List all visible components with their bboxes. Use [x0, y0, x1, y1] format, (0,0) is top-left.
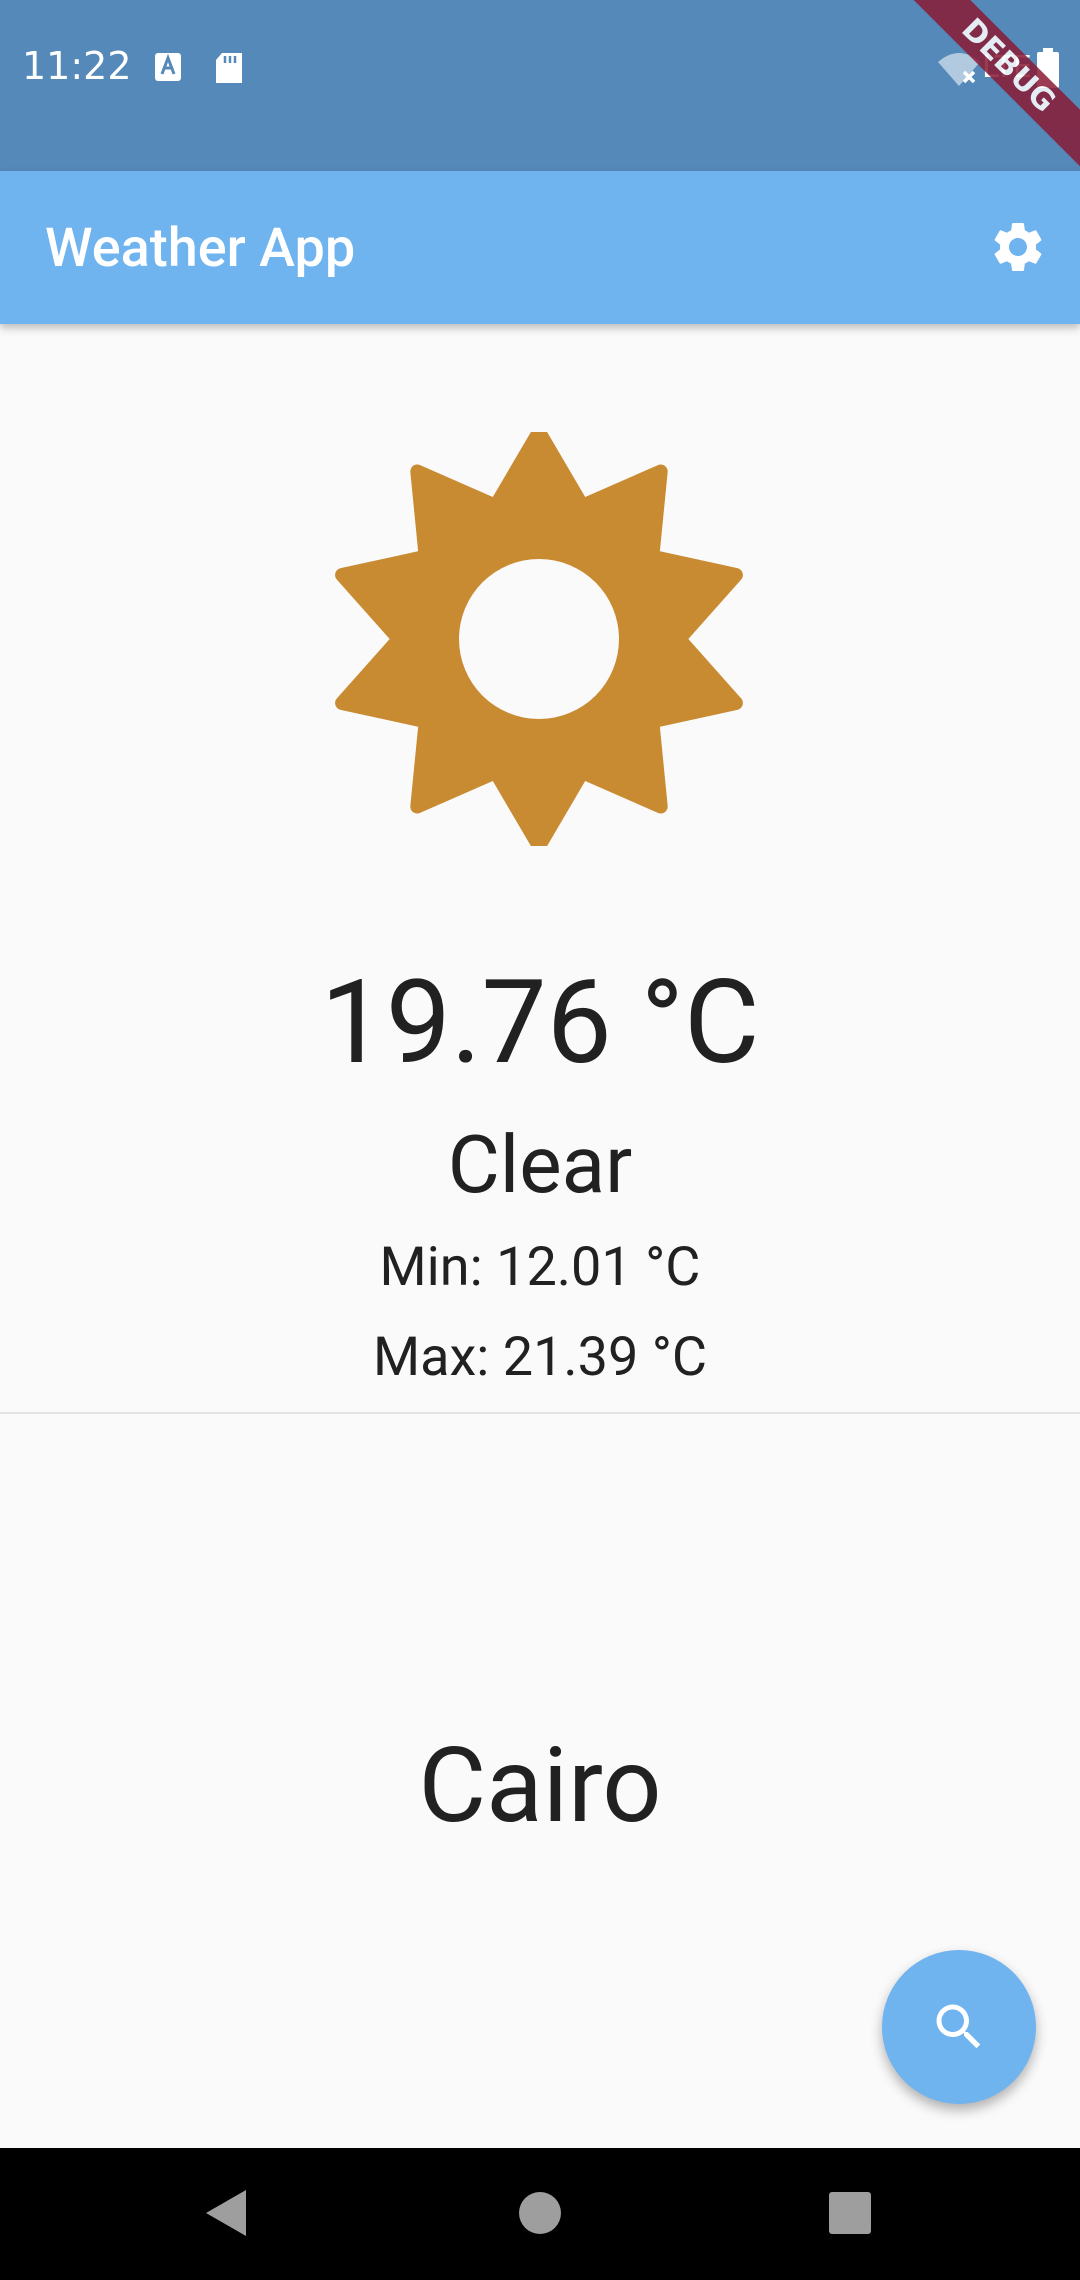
sun-icon: [335, 432, 743, 846]
navigation-bar: [0, 2148, 1080, 2280]
text-notification-icon: [155, 53, 181, 81]
search-fab-button[interactable]: [882, 1950, 1036, 2104]
settings-button[interactable]: [988, 217, 1048, 277]
gear-icon: [994, 222, 1042, 271]
back-triangle-icon[interactable]: [190, 2178, 260, 2248]
max-temperature: Max: 21.39 °C: [372, 1326, 708, 1389]
sd-card-icon: [216, 53, 242, 83]
temperature-value: 19.76 °C: [320, 955, 760, 1091]
app-bar: Weather App: [0, 171, 1080, 324]
min-temperature: Min: 12.01 °C: [379, 1236, 701, 1299]
city-name: Cairo: [418, 1726, 662, 1847]
app-title: Weather App: [45, 217, 356, 280]
search-icon: [936, 2004, 981, 2049]
debug-banner: DEBUG: [901, 0, 1080, 173]
home-circle-icon[interactable]: [505, 2178, 575, 2248]
weather-condition: Clear: [447, 1118, 633, 1212]
status-bar: 11:22 LTE DEBUG: [0, 0, 1080, 173]
divider: [0, 1412, 1080, 1414]
status-time: 11:22: [22, 44, 132, 88]
recents-square-icon[interactable]: [815, 2178, 885, 2248]
